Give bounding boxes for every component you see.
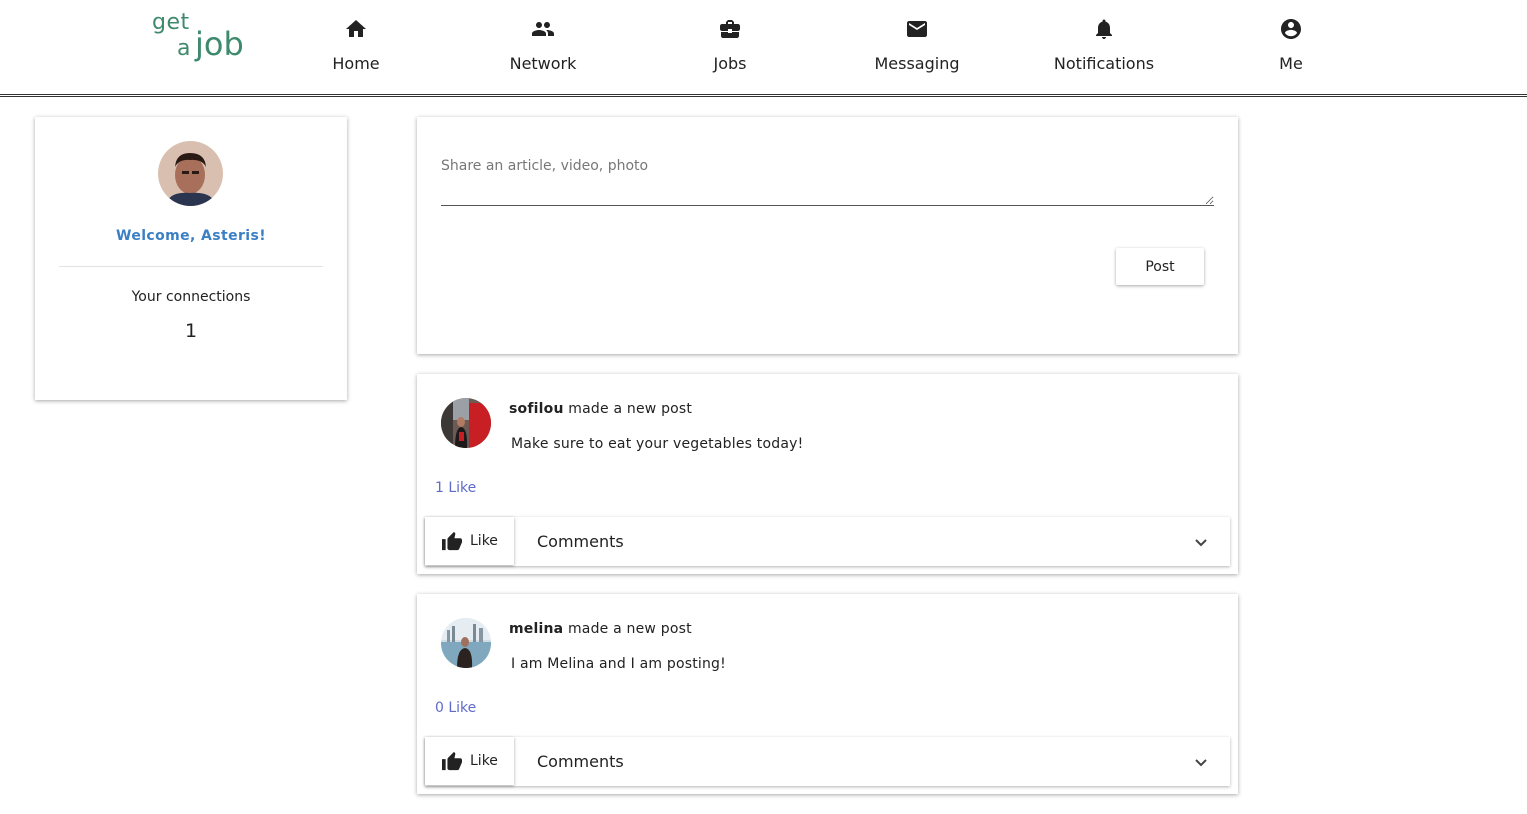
- connections-count[interactable]: 1: [35, 320, 347, 342]
- comments-toggle[interactable]: Comments: [514, 517, 1230, 565]
- post-card: sofilou made a new post Make sure to eat…: [417, 374, 1238, 574]
- chevron-down-icon: [1195, 759, 1207, 767]
- nav-jobs[interactable]: Jobs: [660, 14, 800, 80]
- like-button-label: Like: [470, 753, 498, 769]
- like-button[interactable]: Like: [425, 737, 514, 785]
- nav-network[interactable]: Network: [473, 14, 613, 80]
- home-icon: [346, 20, 366, 37]
- post-actions-bar: Like Comments: [425, 517, 1230, 566]
- connections-label: Your connections: [131, 289, 251, 305]
- post-button[interactable]: Post: [1116, 248, 1204, 285]
- post-actions-bar: Like Comments: [425, 737, 1230, 786]
- nav-notifications-label: Notifications: [1053, 54, 1155, 73]
- nav-notifications[interactable]: Notifications: [1034, 14, 1174, 80]
- post-author[interactable]: melina: [509, 621, 563, 637]
- nav-home-label: Home: [332, 54, 380, 73]
- post-action: made a new post: [567, 621, 692, 637]
- post-header: melina made a new post: [509, 621, 692, 637]
- top-navbar: get a job Home Network Jobs Messaging No…: [0, 0, 1527, 97]
- nav-me-label: Me: [1279, 54, 1303, 73]
- comments-toggle[interactable]: Comments: [514, 737, 1230, 785]
- like-count[interactable]: 1 Like: [435, 480, 476, 496]
- user-avatar[interactable]: [158, 141, 223, 206]
- post-header: sofilou made a new post: [509, 401, 692, 417]
- post-action: made a new post: [568, 401, 693, 417]
- post-author[interactable]: sofilou: [509, 401, 564, 417]
- comments-label: Comments: [537, 532, 624, 551]
- logo-a: a: [177, 36, 191, 61]
- post-card: melina made a new post I am Melina and I…: [417, 594, 1238, 794]
- profile-divider: [59, 266, 323, 267]
- nav-jobs-label: Jobs: [713, 54, 747, 73]
- chevron-down-icon: [1195, 539, 1207, 547]
- logo-get: get: [152, 10, 190, 35]
- welcome-text: Welcome, Asteris!: [115, 228, 266, 244]
- people-icon: [532, 22, 554, 36]
- nav-messaging-label: Messaging: [874, 54, 960, 73]
- comments-label: Comments: [537, 752, 624, 771]
- post-body: Make sure to eat your vegetables today!: [511, 436, 804, 452]
- nav-me[interactable]: Me: [1221, 14, 1361, 80]
- nav-messaging[interactable]: Messaging: [847, 14, 987, 80]
- author-avatar[interactable]: [441, 398, 491, 448]
- like-button[interactable]: Like: [425, 517, 514, 565]
- account-circle-icon: [1281, 19, 1301, 39]
- like-count[interactable]: 0 Like: [435, 700, 476, 716]
- profile-card: Welcome, Asteris! Your connections 1: [35, 117, 347, 400]
- logo-job: job: [195, 25, 244, 63]
- get-a-job-logo[interactable]: get a job: [152, 10, 252, 66]
- thumb-up-icon: [442, 751, 462, 771]
- briefcase-icon: [720, 20, 740, 38]
- bell-icon: [1096, 19, 1112, 39]
- post-body: I am Melina and I am posting!: [511, 656, 726, 672]
- author-avatar[interactable]: [441, 618, 491, 668]
- like-button-label: Like: [470, 533, 498, 549]
- thumb-up-icon: [442, 531, 462, 551]
- share-post-card: Post: [417, 117, 1238, 354]
- mail-icon: [907, 21, 927, 37]
- nav-network-label: Network: [509, 54, 577, 73]
- share-input[interactable]: [441, 155, 1214, 206]
- nav-home[interactable]: Home: [286, 14, 426, 80]
